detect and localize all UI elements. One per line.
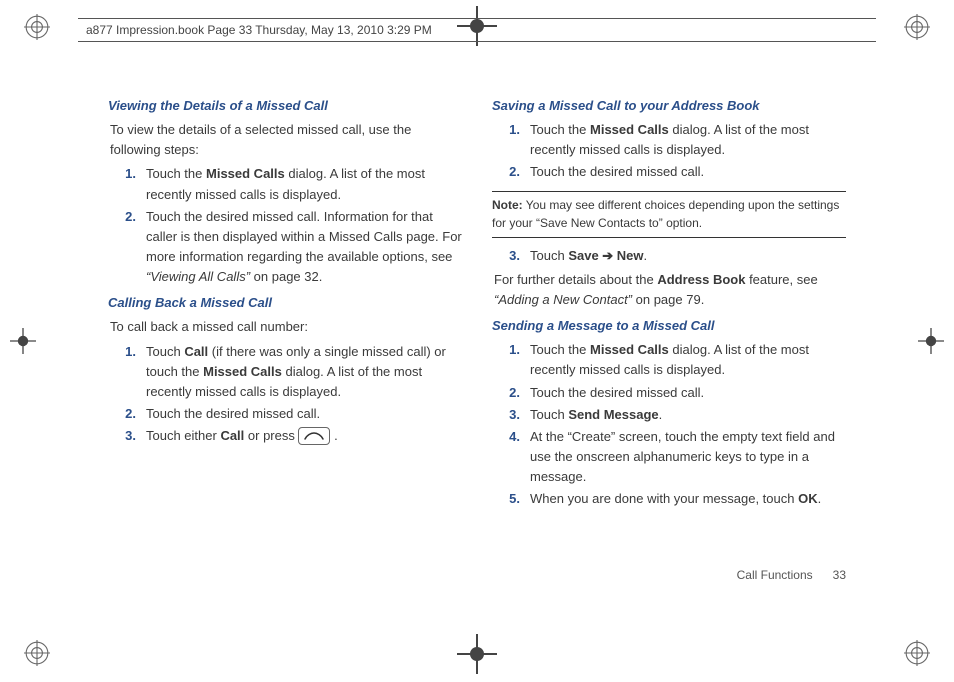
step-item: 1. Touch the Missed Calls dialog. A list… bbox=[108, 164, 462, 204]
registration-mark-icon bbox=[24, 14, 50, 40]
step-item: 4. At the “Create” screen, touch the emp… bbox=[492, 427, 846, 487]
registration-mark-icon bbox=[904, 14, 930, 40]
step-text: Touch the desired missed call. bbox=[530, 162, 846, 182]
step-item: 2. Touch the desired missed call. bbox=[492, 383, 846, 403]
step-number: 1. bbox=[108, 342, 146, 402]
cross-reference: “Adding a New Contact” bbox=[494, 292, 632, 307]
crop-target-icon bbox=[457, 634, 497, 674]
note-text: You may see different choices depending … bbox=[492, 198, 839, 231]
cross-reference: “Viewing All Calls” bbox=[146, 269, 250, 284]
reference-text: For further details about the Address Bo… bbox=[494, 270, 846, 310]
step-text: Touch the Missed Calls dialog. A list of… bbox=[530, 340, 846, 380]
step-number: 2. bbox=[492, 383, 530, 403]
step-item: 3. Touch Send Message. bbox=[492, 405, 846, 425]
step-number: 3. bbox=[108, 426, 146, 446]
left-column: Viewing the Details of a Missed Call To … bbox=[108, 90, 462, 572]
step-item: 3. Touch Save ➔ New. bbox=[492, 246, 846, 266]
step-number: 3. bbox=[492, 405, 530, 425]
footer-section: Call Functions bbox=[737, 568, 813, 582]
step-number: 4. bbox=[492, 427, 530, 487]
step-text: Touch the desired missed call. Informati… bbox=[146, 207, 462, 288]
footer-page-number: 33 bbox=[833, 568, 846, 582]
document-header: a877 Impression.book Page 33 Thursday, M… bbox=[78, 18, 876, 42]
step-text: Touch Call (if there was only a single m… bbox=[146, 342, 462, 402]
step-number: 1. bbox=[492, 340, 530, 380]
step-item: 1. Touch Call (if there was only a singl… bbox=[108, 342, 462, 402]
section-intro: To view the details of a selected missed… bbox=[110, 120, 462, 160]
step-number: 3. bbox=[492, 246, 530, 266]
step-text: Touch the Missed Calls dialog. A list of… bbox=[146, 164, 462, 204]
step-text: Touch Save ➔ New. bbox=[530, 246, 846, 266]
registration-mark-icon bbox=[10, 328, 36, 354]
note-label: Note: bbox=[492, 198, 523, 212]
section-title: Viewing the Details of a Missed Call bbox=[108, 96, 462, 116]
right-column: Saving a Missed Call to your Address Boo… bbox=[492, 90, 846, 572]
step-number: 2. bbox=[108, 404, 146, 424]
step-number: 1. bbox=[108, 164, 146, 204]
step-item: 3. Touch either Call or press . bbox=[108, 426, 462, 446]
step-text: When you are done with your message, tou… bbox=[530, 489, 846, 509]
step-text: Touch the Missed Calls dialog. A list of… bbox=[530, 120, 846, 160]
step-item: 2. Touch the desired missed call. Inform… bbox=[108, 207, 462, 288]
section-intro: To call back a missed call number: bbox=[110, 317, 462, 337]
note-block: Note: You may see different choices depe… bbox=[492, 191, 846, 238]
registration-mark-icon bbox=[918, 328, 944, 354]
step-item: 1. Touch the Missed Calls dialog. A list… bbox=[492, 340, 846, 380]
call-key-icon bbox=[298, 427, 330, 445]
registration-mark-icon bbox=[24, 640, 50, 666]
step-number: 1. bbox=[492, 120, 530, 160]
step-text: Touch either Call or press . bbox=[146, 426, 462, 446]
header-text: a877 Impression.book Page 33 Thursday, M… bbox=[86, 23, 432, 37]
registration-mark-icon bbox=[904, 640, 930, 666]
page-body: Viewing the Details of a Missed Call To … bbox=[108, 90, 846, 572]
section-title: Calling Back a Missed Call bbox=[108, 293, 462, 313]
section-title: Sending a Message to a Missed Call bbox=[492, 316, 846, 336]
step-item: 5. When you are done with your message, … bbox=[492, 489, 846, 509]
step-text: Touch Send Message. bbox=[530, 405, 846, 425]
page-footer: Call Functions 33 bbox=[737, 568, 846, 582]
step-item: 2. Touch the desired missed call. bbox=[108, 404, 462, 424]
step-number: 5. bbox=[492, 489, 530, 509]
step-item: 1. Touch the Missed Calls dialog. A list… bbox=[492, 120, 846, 160]
section-title: Saving a Missed Call to your Address Boo… bbox=[492, 96, 846, 116]
step-text: At the “Create” screen, touch the empty … bbox=[530, 427, 846, 487]
step-text: Touch the desired missed call. bbox=[530, 383, 846, 403]
step-number: 2. bbox=[492, 162, 530, 182]
step-number: 2. bbox=[108, 207, 146, 288]
step-item: 2. Touch the desired missed call. bbox=[492, 162, 846, 182]
step-text: Touch the desired missed call. bbox=[146, 404, 462, 424]
